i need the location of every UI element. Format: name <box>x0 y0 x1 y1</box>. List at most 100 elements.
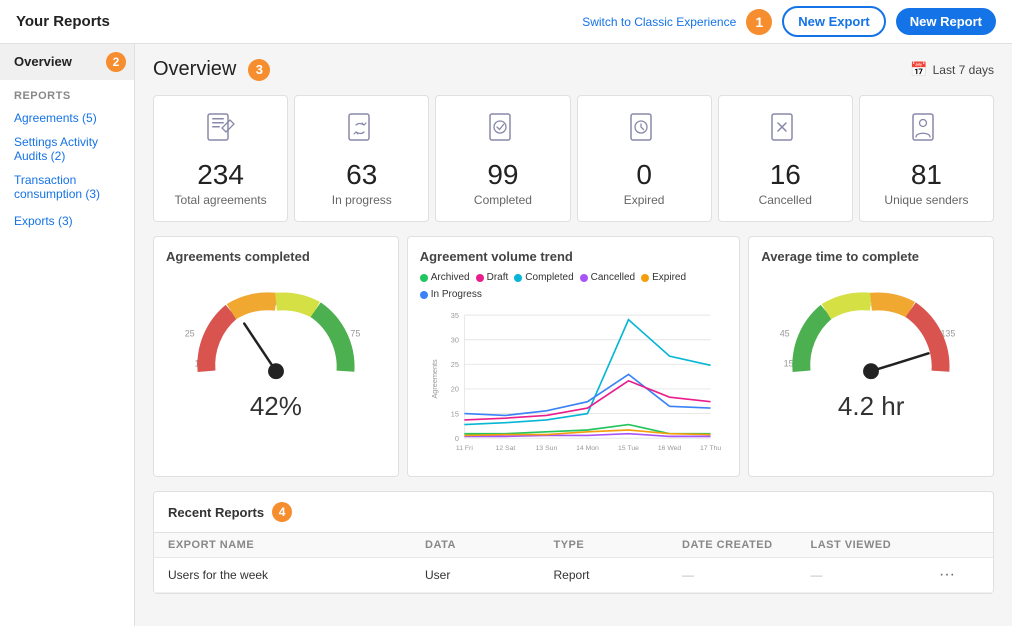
chart-volume-title: Agreement volume trend <box>420 249 728 264</box>
svg-text:15 Tue: 15 Tue <box>618 445 639 452</box>
badge-3: 3 <box>248 59 270 81</box>
content-header: Overview 3 📅 Last 7 days <box>153 58 994 81</box>
legend-draft: Draft <box>476 272 509 283</box>
legend-dot-inprogress <box>420 291 428 299</box>
app-container: Your Reports Switch to Classic Experienc… <box>0 0 1012 626</box>
svg-text:15: 15 <box>451 409 459 418</box>
stat-card-completed: 99 Completed <box>435 95 570 222</box>
top-bar: Your Reports Switch to Classic Experienc… <box>0 0 1012 44</box>
legend-dot-cancelled <box>580 274 588 282</box>
inprogress-icon <box>343 110 381 155</box>
svg-text:15: 15 <box>784 358 794 368</box>
main-area: Overview 2 REPORTS Agreements (5) Settin… <box>0 44 1012 626</box>
col-header-data: DATA <box>425 539 554 551</box>
expired-icon <box>625 110 663 155</box>
senders-icon <box>907 110 945 155</box>
top-bar-right: Switch to Classic Experience 1 New Expor… <box>582 6 996 37</box>
stat-value-completed: 99 <box>487 161 518 189</box>
sidebar-link-transaction[interactable]: Transaction consumption (3) <box>0 168 134 206</box>
stat-value-inprogress: 63 <box>346 161 377 189</box>
stats-row: 234 Total agreements 63 In pr <box>153 95 994 222</box>
recent-reports-title: Recent Reports <box>168 505 264 520</box>
stat-label-total: Total agreements <box>175 193 267 207</box>
charts-row: Agreements completed 10 25 50 75 <box>153 236 994 477</box>
svg-text:20: 20 <box>451 385 459 394</box>
row-name: Users for the week <box>168 568 425 582</box>
legend-dot-draft <box>476 274 484 282</box>
legend-completed: Completed <box>514 272 573 283</box>
svg-text:14 Mon: 14 Mon <box>576 445 599 452</box>
chart-avgtime: Average time to complete 15 45 90 135 <box>748 236 994 477</box>
stat-label-cancelled: Cancelled <box>759 193 812 207</box>
row-date-created: — <box>682 568 811 582</box>
chart-avgtime-title: Average time to complete <box>761 249 981 264</box>
stat-value-senders: 81 <box>911 161 942 189</box>
sidebar-link-settings-audits[interactable]: Settings Activity Audits (2) <box>0 130 134 168</box>
row-data: User <box>425 568 554 582</box>
stat-value-cancelled: 16 <box>770 161 801 189</box>
stat-value-expired: 0 <box>636 161 652 189</box>
svg-text:Agreements: Agreements <box>430 359 439 399</box>
main-content: Overview 3 📅 Last 7 days <box>135 44 1012 626</box>
sidebar-link-exports[interactable]: Exports (3) <box>0 206 134 236</box>
gauge-avgtime-svg: 15 45 90 135 <box>771 272 971 401</box>
recent-reports-header: Recent Reports 4 <box>154 492 993 533</box>
stat-card-total: 234 Total agreements <box>153 95 288 222</box>
badge-4: 4 <box>272 502 292 522</box>
svg-text:12 Sat: 12 Sat <box>495 445 515 452</box>
legend-label-archived: Archived <box>431 272 470 283</box>
legend-cancelled: Cancelled <box>580 272 635 283</box>
svg-text:25: 25 <box>451 360 459 369</box>
legend-label-inprogress: In Progress <box>431 289 482 300</box>
svg-text:25: 25 <box>185 329 195 339</box>
cancelled-icon <box>766 110 804 155</box>
date-filter-label: Last 7 days <box>933 63 994 77</box>
svg-text:30: 30 <box>451 335 459 344</box>
gauge-completed-svg: 10 25 50 75 <box>176 272 376 401</box>
new-export-button[interactable]: New Export <box>782 6 886 37</box>
switch-classic-link[interactable]: Switch to Classic Experience <box>582 15 736 29</box>
gauge-completed-container: 10 25 50 75 <box>166 272 386 422</box>
badge-1: 1 <box>746 9 772 35</box>
sidebar-link-agreements[interactable]: Agreements (5) <box>0 106 134 130</box>
svg-text:11 Fri: 11 Fri <box>456 445 473 452</box>
legend-label-expired: Expired <box>652 272 686 283</box>
table-header: EXPORT NAME DATA TYPE DATE CREATED LAST … <box>154 533 993 558</box>
app-title: Your Reports <box>16 13 110 30</box>
stat-label-completed: Completed <box>474 193 532 207</box>
row-more-button[interactable]: ··· <box>939 566 979 584</box>
legend-dot-archived <box>420 274 428 282</box>
svg-text:16 Wed: 16 Wed <box>658 445 682 452</box>
gauge-avgtime-value: 4.2 hr <box>838 391 905 422</box>
row-type: Report <box>554 568 683 582</box>
page-title: Overview <box>153 58 236 81</box>
sidebar: Overview 2 REPORTS Agreements (5) Settin… <box>0 44 135 626</box>
col-header-name: EXPORT NAME <box>168 539 425 551</box>
col-header-type: TYPE <box>554 539 683 551</box>
stat-label-inprogress: In progress <box>332 193 392 207</box>
stat-card-senders: 81 Unique senders <box>859 95 994 222</box>
badge-2: 2 <box>106 52 126 72</box>
stat-card-expired: 0 Expired <box>577 95 712 222</box>
recent-reports: Recent Reports 4 EXPORT NAME DATA TYPE D… <box>153 491 994 594</box>
chart-completed: Agreements completed 10 25 50 75 <box>153 236 399 477</box>
completed-icon <box>484 110 522 155</box>
col-header-date: DATE CREATED <box>682 539 811 551</box>
stat-label-senders: Unique senders <box>884 193 968 207</box>
calendar-icon: 📅 <box>910 61 927 78</box>
table-row: Users for the week User Report — — ··· <box>154 558 993 593</box>
legend-label-completed: Completed <box>525 272 573 283</box>
chart-volume: Agreement volume trend Archived Draft <box>407 236 741 477</box>
legend-expired: Expired <box>641 272 686 283</box>
col-header-lastviewed: LAST VIEWED <box>811 539 940 551</box>
svg-text:75: 75 <box>350 329 360 339</box>
legend-label-draft: Draft <box>487 272 509 283</box>
legend-label-cancelled: Cancelled <box>591 272 635 283</box>
date-filter[interactable]: 📅 Last 7 days <box>910 61 994 78</box>
legend-dot-completed <box>514 274 522 282</box>
legend-inprogress: In Progress <box>420 289 482 300</box>
new-report-button[interactable]: New Report <box>896 8 996 35</box>
stat-card-inprogress: 63 In progress <box>294 95 429 222</box>
total-agreements-icon <box>202 110 240 155</box>
svg-text:13 Sun: 13 Sun <box>535 445 557 452</box>
